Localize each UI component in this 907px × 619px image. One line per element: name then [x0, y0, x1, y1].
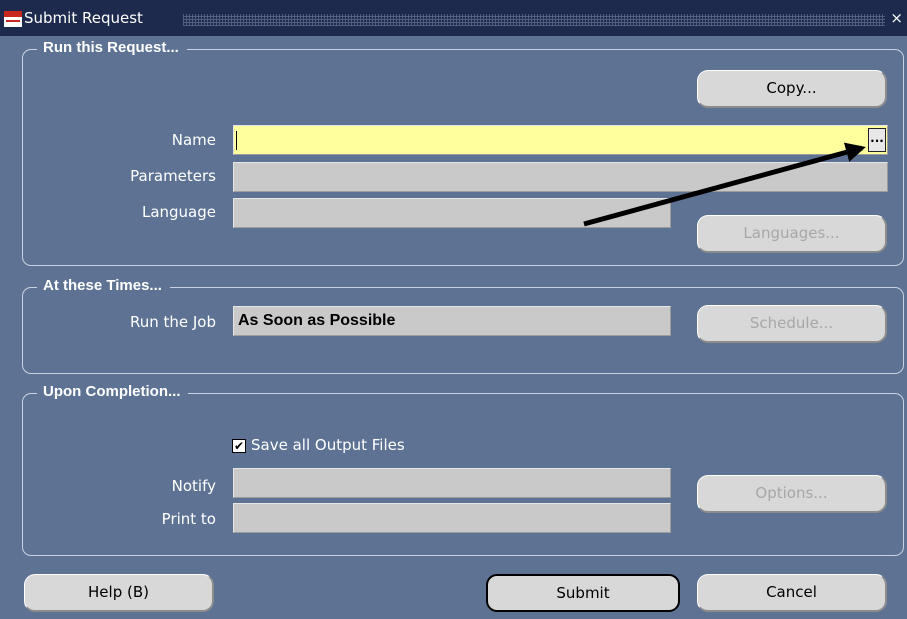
close-icon[interactable]: × — [890, 9, 903, 27]
window-titlebar: Submit Request × — [0, 0, 907, 36]
name-label: Name — [171, 131, 216, 149]
print-to-label: Print to — [161, 510, 216, 528]
schedule-button[interactable]: Schedule... — [697, 305, 887, 343]
list-of-values-icon[interactable]: ... — [868, 128, 886, 152]
times-heading: At these Times... — [37, 277, 170, 294]
languages-button[interactable]: Languages... — [697, 215, 887, 253]
oracle-logo-icon — [4, 11, 22, 27]
save-output-checkbox[interactable]: ✔ — [232, 439, 246, 453]
window-title: Submit Request — [24, 9, 143, 27]
name-field[interactable]: ... — [233, 125, 888, 155]
notify-label: Notify — [171, 477, 216, 495]
completion-heading: Upon Completion... — [37, 383, 189, 400]
run-job-field[interactable]: As Soon as Possible — [233, 306, 671, 336]
parameters-label: Parameters — [130, 167, 216, 185]
submit-button[interactable]: Submit — [486, 574, 680, 612]
run-job-value: As Soon as Possible — [238, 312, 396, 329]
help-button[interactable]: Help (B) — [24, 574, 214, 612]
language-field[interactable] — [233, 198, 671, 228]
cancel-button[interactable]: Cancel — [697, 574, 887, 612]
text-cursor — [236, 131, 237, 150]
parameters-field[interactable] — [233, 162, 888, 192]
titlebar-pattern — [183, 14, 885, 26]
options-button[interactable]: Options... — [697, 475, 887, 513]
run-job-label: Run the Job — [129, 313, 216, 331]
run-request-heading: Run this Request... — [37, 39, 187, 56]
language-label: Language — [141, 203, 216, 221]
print-to-field[interactable] — [233, 503, 671, 533]
copy-button[interactable]: Copy... — [697, 70, 887, 108]
notify-field[interactable] — [233, 468, 671, 498]
save-output-label[interactable]: Save all Output Files — [251, 436, 405, 454]
